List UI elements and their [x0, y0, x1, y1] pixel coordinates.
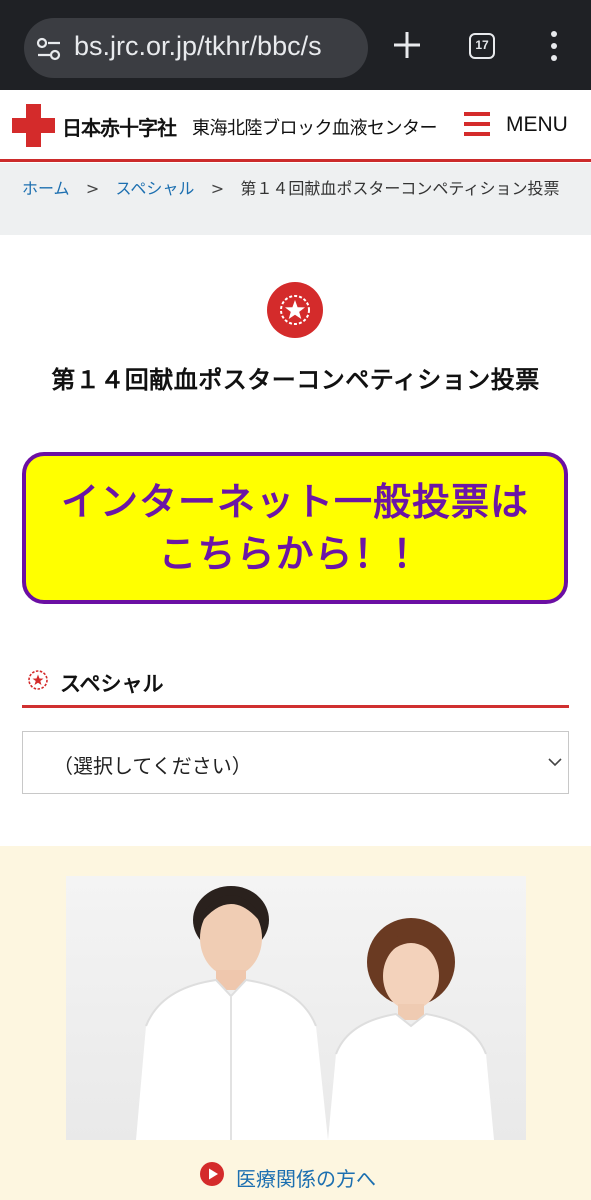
menu-button[interactable]: MENU	[462, 108, 582, 144]
special-select[interactable]: （選択してください）	[22, 731, 569, 794]
page-title: 第１４回献血ポスターコンペティション投票	[51, 366, 540, 394]
more-options-icon[interactable]	[546, 28, 562, 64]
medical-staff-photo[interactable]	[66, 876, 526, 1140]
menu-label: MENU	[506, 113, 568, 136]
org-name[interactable]: 日本赤十字社	[62, 112, 177, 141]
red-cross-logo-icon[interactable]	[12, 104, 55, 147]
breadcrumb-special-link[interactable]: スペシャル	[116, 179, 195, 198]
play-circle-icon	[200, 1162, 224, 1186]
star-badge-icon	[28, 670, 48, 690]
special-heading-label: スペシャル	[60, 672, 164, 696]
breadcrumb-separator: >	[210, 179, 225, 198]
center-name: 東海北陸ブロック血液センター	[192, 118, 438, 139]
browser-toolbar: bs.jrc.or.jp/tkhr/bbc/s 17	[0, 0, 591, 90]
breadcrumb-home-link[interactable]: ホーム	[22, 179, 70, 198]
select-value: （選択してください）	[53, 754, 252, 778]
banner-line-2: こちらから！！	[158, 532, 432, 576]
medical-staff-illustration	[136, 886, 494, 1140]
site-settings-icon[interactable]	[36, 36, 62, 62]
address-bar[interactable]: bs.jrc.or.jp/tkhr/bbc/s	[24, 18, 368, 78]
breadcrumb-current: 第１４回献血ポスターコンペティション投票	[240, 179, 560, 198]
new-tab-icon[interactable]	[388, 26, 426, 64]
site-header: 日本赤十字社 東海北陸ブロック血液センター MENU	[0, 90, 591, 162]
star-badge-icon	[267, 282, 323, 338]
banner-line-1: インターネット一般投票は	[60, 480, 529, 524]
internet-vote-banner[interactable]: インターネット一般投票は こちらから！！	[22, 452, 568, 604]
url-text: bs.jrc.or.jp/tkhr/bbc/s	[74, 31, 322, 61]
medical-link-label: 医療関係の方へ	[236, 1167, 376, 1191]
hamburger-icon	[464, 112, 490, 136]
tab-switcher-button[interactable]: 17	[469, 33, 495, 59]
special-section-heading: スペシャル	[22, 666, 569, 708]
breadcrumb: ホーム > スペシャル > 第１４回献血ポスターコンペティション投票	[0, 163, 591, 235]
breadcrumb-separator: >	[85, 179, 100, 198]
chevron-down-icon	[548, 758, 562, 767]
